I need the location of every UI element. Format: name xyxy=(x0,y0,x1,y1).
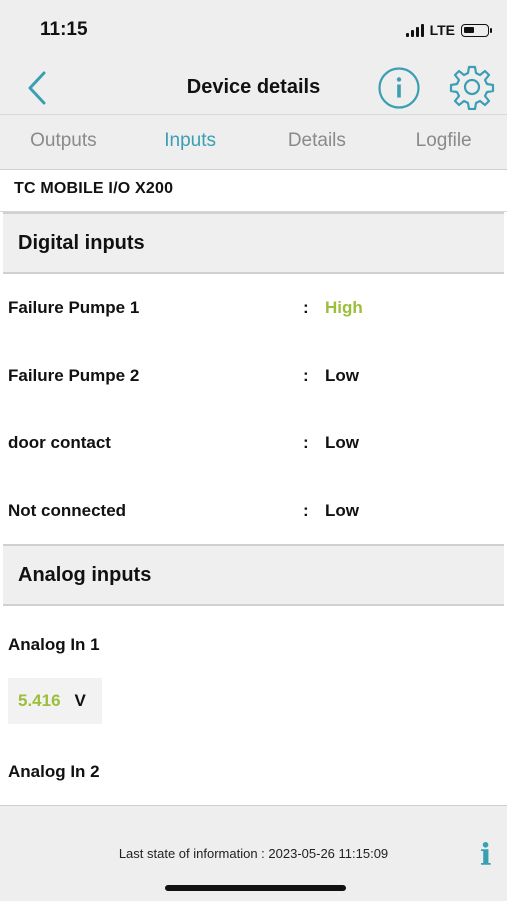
footer: Last state of information : 2023-05-26 1… xyxy=(0,805,507,901)
device-name: TC MOBILE I/O X200 xyxy=(0,169,507,212)
input-state: Low xyxy=(325,433,359,452)
analog-unit: V xyxy=(74,691,86,710)
separator: : xyxy=(303,500,309,520)
page-title: Device details xyxy=(186,76,321,98)
tab-inputs[interactable]: Inputs xyxy=(127,115,254,169)
settings-button[interactable] xyxy=(449,64,495,110)
input-state: Low xyxy=(325,365,359,385)
input-label: Failure Pumpe 1 xyxy=(8,298,140,317)
top-bar: 11:15 LTE Device details xyxy=(0,0,507,114)
input-state: High xyxy=(325,298,363,317)
analog-input-label: Analog In 2 xyxy=(8,762,100,781)
tab-outputs[interactable]: Outputs xyxy=(0,115,127,169)
digital-input-row: Failure Pumpe 2 : Low xyxy=(0,342,507,410)
analog-inputs-heading: Analog inputs xyxy=(3,544,504,606)
analog-value: 5.416 xyxy=(18,691,61,710)
status-time: 11:15 xyxy=(40,19,88,40)
last-update-text: Last state of information : 2023-05-26 1… xyxy=(118,846,389,861)
input-label: Not connected xyxy=(8,500,127,520)
battery-icon xyxy=(461,23,492,37)
separator: : xyxy=(303,298,309,317)
analog-value-box: 5.416 V xyxy=(8,678,102,724)
status-indicators: LTE xyxy=(405,22,492,38)
separator: : xyxy=(303,433,309,452)
digital-input-row: Failure Pumpe 1 : High xyxy=(0,274,507,342)
input-label: door contact xyxy=(8,433,111,452)
input-label: Failure Pumpe 2 xyxy=(8,365,140,385)
digital-input-row: Not connected : Low xyxy=(0,477,507,545)
info-icon[interactable]: i xyxy=(480,838,491,873)
tab-details[interactable]: Details xyxy=(254,115,381,169)
content: TC MOBILE I/O X200 Digital inputs Failur… xyxy=(0,169,507,796)
separator: : xyxy=(303,365,309,385)
analog-input-label: Analog In 1 xyxy=(8,635,100,654)
input-state: Low xyxy=(325,500,359,520)
tab-logfile[interactable]: Logfile xyxy=(380,115,507,169)
info-button[interactable] xyxy=(377,66,421,110)
tab-bar: Outputs Inputs Details Logfile xyxy=(0,114,507,170)
home-indicator[interactable] xyxy=(165,885,346,891)
signal-icon xyxy=(405,23,424,37)
network-label: LTE xyxy=(429,22,455,38)
digital-inputs-heading: Digital inputs xyxy=(3,212,504,274)
digital-input-row: door contact : Low xyxy=(0,409,507,477)
